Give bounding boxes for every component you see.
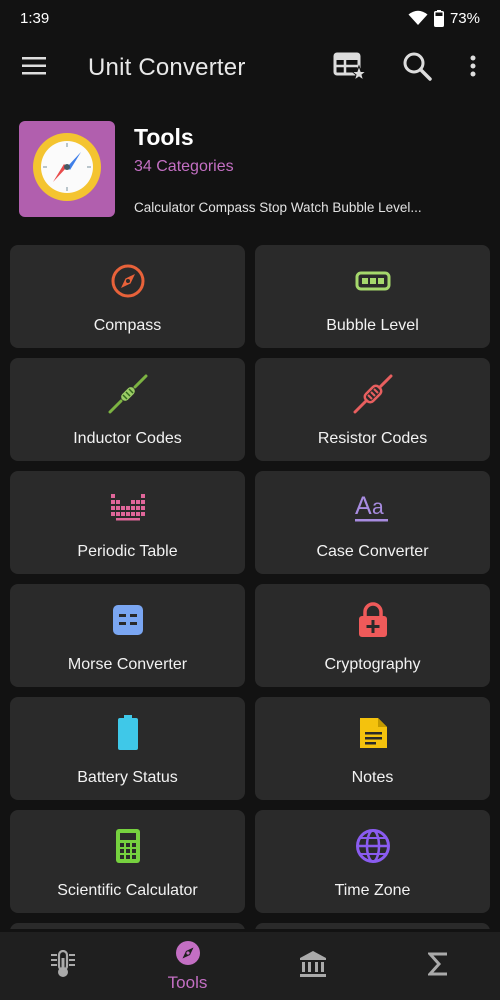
tool-card-inductor-codes[interactable]: Inductor Codes <box>10 358 245 461</box>
tool-card-resistor-codes[interactable]: Resistor Codes <box>255 358 490 461</box>
status-time: 1:39 <box>20 9 50 27</box>
calculator-icon <box>115 828 141 869</box>
resistor-icon <box>353 374 393 419</box>
tool-card-cryptography[interactable]: Cryptography <box>255 584 490 687</box>
tool-label: Notes <box>351 769 394 786</box>
compass-icon <box>31 131 103 208</box>
svg-text:a: a <box>372 496 384 519</box>
category-header: Tools 34 Categories Calculator Compass S… <box>0 110 500 234</box>
notes-icon <box>358 717 388 754</box>
app-bar: Unit Converter <box>0 36 500 100</box>
battery-percent: 73% <box>449 9 480 27</box>
nav-item-tools[interactable]: Tools <box>125 932 250 1000</box>
table-star-icon <box>332 51 368 86</box>
morse-icon <box>112 604 144 641</box>
overflow-menu-button[interactable] <box>453 48 493 88</box>
tool-label: Case Converter <box>316 543 429 560</box>
globe-icon <box>355 828 391 869</box>
nav-item-units[interactable] <box>0 932 125 1000</box>
category-thumbnail <box>19 121 115 217</box>
tool-label: Compass <box>93 317 162 334</box>
category-title: Tools <box>134 124 194 150</box>
tool-card-bubble-level[interactable]: Bubble Level <box>255 245 490 348</box>
status-bar: 1:39 73% <box>0 0 500 36</box>
more-vert-icon <box>470 55 476 82</box>
inductor-icon <box>108 374 148 419</box>
compass-icon <box>175 940 201 971</box>
tool-label: Morse Converter <box>67 656 188 673</box>
tool-label: Battery Status <box>77 769 178 786</box>
tool-card-morse-converter[interactable]: Morse Converter <box>10 584 245 687</box>
tool-card-scientific-calculator[interactable]: Scientific Calculator <box>10 810 245 913</box>
bank-icon <box>299 950 327 983</box>
tool-label: Inductor Codes <box>73 430 182 447</box>
nav-label-tools: Tools <box>167 972 208 992</box>
app-title: Unit Converter <box>88 54 246 81</box>
favorite-units-button[interactable] <box>329 48 369 88</box>
lock-icon <box>358 601 388 643</box>
search-icon <box>402 51 432 86</box>
periodic-table-icon <box>110 493 146 526</box>
thermometer-icon <box>50 949 76 983</box>
compass-icon <box>110 263 146 304</box>
svg-text:A: A <box>355 492 372 520</box>
category-count: 34 Categories <box>134 158 234 175</box>
bottom-navigation: Tools <box>0 932 500 1000</box>
nav-item-finance[interactable] <box>250 932 375 1000</box>
tool-card-time-zone[interactable]: Time Zone <box>255 810 490 913</box>
tool-card-compass[interactable]: Compass <box>10 245 245 348</box>
tool-label: Time Zone <box>334 882 411 899</box>
tools-grid: Compass Bubble Level Inductor Codes Resi… <box>10 245 490 929</box>
search-button[interactable] <box>397 48 437 88</box>
category-description: Calculator Compass Stop Watch Bubble Lev… <box>134 200 422 215</box>
text-case-icon: Aa <box>354 490 391 529</box>
menu-icon <box>22 56 46 80</box>
nav-item-math[interactable] <box>375 932 500 1000</box>
sigma-icon <box>426 952 448 981</box>
tool-card-battery-status[interactable]: Battery Status <box>10 697 245 800</box>
tool-card-partial[interactable] <box>255 923 490 929</box>
tool-card-periodic-table[interactable]: Periodic Table <box>10 471 245 574</box>
status-icons: 73% <box>408 9 480 27</box>
tool-label: Resistor Codes <box>317 430 428 447</box>
tool-label: Periodic Table <box>77 543 178 560</box>
tool-label: Cryptography <box>324 656 421 673</box>
menu-button[interactable] <box>14 48 54 88</box>
tool-card-notes[interactable]: Notes <box>255 697 490 800</box>
tool-label: Scientific Calculator <box>57 882 198 899</box>
wifi-icon <box>408 10 428 26</box>
battery-icon <box>117 714 139 756</box>
tool-card-partial[interactable] <box>10 923 245 929</box>
battery-status-icon <box>433 9 444 27</box>
tool-label: Bubble Level <box>326 317 419 334</box>
bubble-level-icon <box>355 271 391 296</box>
tool-card-case-converter[interactable]: Aa Case Converter <box>255 471 490 574</box>
